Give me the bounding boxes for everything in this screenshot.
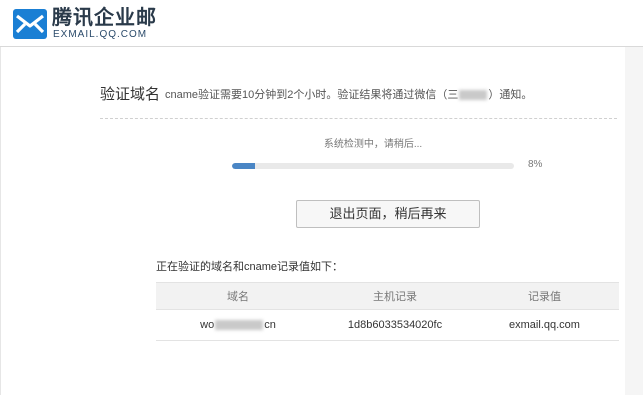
table-header-row: 域名 主机记录 记录值 bbox=[156, 282, 619, 310]
redacted-domain bbox=[215, 320, 264, 331]
redacted-wechat-name bbox=[459, 90, 488, 101]
column-header-host-record: 主机记录 bbox=[320, 282, 470, 310]
progress-bar bbox=[232, 163, 514, 169]
table-row: wo cn 1d8b6033534020fc exmail.qq.com bbox=[156, 309, 619, 341]
exit-page-button[interactable]: 退出页面，稍后再来 bbox=[296, 200, 480, 228]
section-divider bbox=[100, 118, 617, 119]
brand-name: 腾讯企业邮 bbox=[52, 7, 157, 29]
domain-suffix: cn bbox=[264, 319, 276, 331]
status-text: 系统检测中，请稍后... bbox=[323, 139, 423, 150]
records-table: 域名 主机记录 记录值 wo cn 1d8b6033534020fc exmail… bbox=[156, 282, 619, 341]
domain-prefix: wo bbox=[200, 319, 215, 331]
verify-description-prefix: cname验证需要10分钟到2个小时。验证结果将通过微信（ bbox=[165, 89, 448, 101]
wechat-name-visible: 三 bbox=[447, 89, 459, 101]
page-gutter bbox=[625, 47, 643, 395]
mail-envelope-logo-icon bbox=[13, 9, 47, 39]
column-header-domain: 域名 bbox=[156, 282, 320, 310]
progress-percent: 8% bbox=[528, 159, 543, 170]
brand-domain: EXMAIL.QQ.COM bbox=[53, 29, 148, 40]
verify-description: cname验证需要10分钟到2个小时。验证结果将通过微信（三 ）通知。 bbox=[165, 88, 532, 102]
records-caption: 正在验证的域名和cname记录值如下： bbox=[156, 261, 344, 273]
domain-cell: wo cn bbox=[156, 309, 320, 341]
page-title: 验证域名 bbox=[100, 86, 161, 103]
top-header: 腾讯企业邮 EXMAIL.QQ.COM bbox=[0, 0, 643, 47]
host-record-cell: 1d8b6033534020fc bbox=[320, 309, 470, 341]
record-value-cell: exmail.qq.com bbox=[470, 309, 619, 341]
progress-bar-fill bbox=[232, 163, 255, 169]
column-header-record-value: 记录值 bbox=[470, 282, 619, 310]
verify-description-suffix: ）通知。 bbox=[488, 89, 533, 101]
